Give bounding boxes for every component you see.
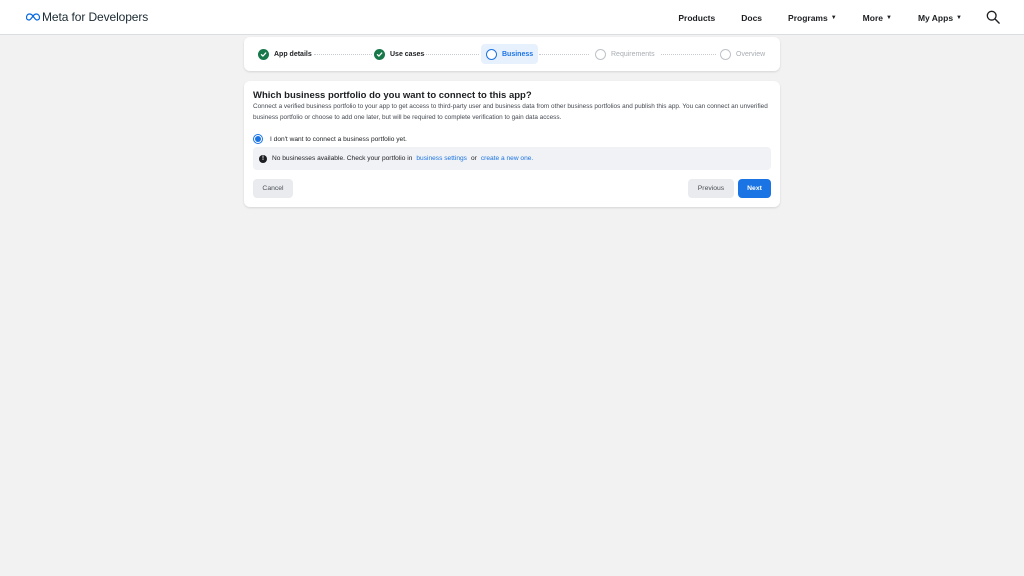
step-circle-icon <box>486 48 497 60</box>
step-label: Overview <box>736 50 766 58</box>
top-navbar: Meta for Developers Products Docs Progra… <box>0 0 1024 35</box>
card-description: Connect a verified business portfolio to… <box>253 103 768 121</box>
nav-more[interactable]: More ▼ <box>863 13 892 23</box>
meta-infinity-icon <box>26 13 40 21</box>
step-overview: Overview <box>715 44 770 64</box>
step-connector <box>314 54 372 55</box>
step-connector <box>539 54 589 55</box>
no-portfolio-option[interactable]: I don't want to connect a business portf… <box>253 133 407 145</box>
radio-label: I don't want to connect a business portf… <box>270 135 407 143</box>
step-label: Business <box>502 50 534 58</box>
search-icon[interactable] <box>986 10 1000 24</box>
step-circle-icon <box>720 48 731 60</box>
step-connector <box>424 54 479 55</box>
step-label: Use cases <box>390 50 425 58</box>
no-businesses-notice: ! No businesses available. Check your po… <box>253 147 771 170</box>
next-button[interactable]: Next <box>738 179 771 198</box>
radio-button[interactable] <box>253 134 263 144</box>
step-circle-icon <box>595 48 606 60</box>
step-app-details[interactable]: App details <box>253 44 317 64</box>
step-business[interactable]: Business <box>481 44 539 64</box>
cancel-button[interactable]: Cancel <box>253 179 293 198</box>
step-connector <box>661 54 716 55</box>
brand-name: Meta for Developers <box>42 10 149 24</box>
step-requirements: Requirements <box>590 44 660 64</box>
info-icon: ! <box>259 154 267 163</box>
nav-products[interactable]: Products <box>678 13 715 23</box>
business-portfolio-card: Which business portfolio do you want to … <box>244 81 780 207</box>
step-label: App details <box>274 50 312 58</box>
previous-button[interactable]: Previous <box>688 179 734 198</box>
nav-docs[interactable]: Docs <box>741 13 762 23</box>
nav-programs[interactable]: Programs ▼ <box>788 13 837 23</box>
setup-stepper: App details Use cases Business Requireme… <box>244 37 780 71</box>
step-use-cases[interactable]: Use cases <box>369 44 429 64</box>
checkmark-icon <box>258 48 269 60</box>
notice-text-or: or <box>470 155 477 162</box>
caret-down-icon: ▼ <box>830 14 837 21</box>
card-title: Which business portfolio do you want to … <box>253 90 532 101</box>
caret-down-icon: ▼ <box>956 14 962 21</box>
create-new-link[interactable]: create a new one. <box>481 155 533 162</box>
radio-selected-dot <box>255 136 261 142</box>
meta-logo[interactable]: Meta for Developers <box>26 9 148 25</box>
caret-down-icon: ▼ <box>885 14 892 21</box>
business-settings-link[interactable]: business settings <box>416 155 467 162</box>
nav-my-apps[interactable]: My Apps ▼ <box>918 13 962 23</box>
nav-links: Products Docs Programs ▼ More ▼ My Apps ▼ <box>652 0 962 35</box>
notice-text: No businesses available. Check your port… <box>272 155 413 162</box>
checkmark-icon <box>374 48 385 60</box>
step-label: Requirements <box>611 50 655 58</box>
